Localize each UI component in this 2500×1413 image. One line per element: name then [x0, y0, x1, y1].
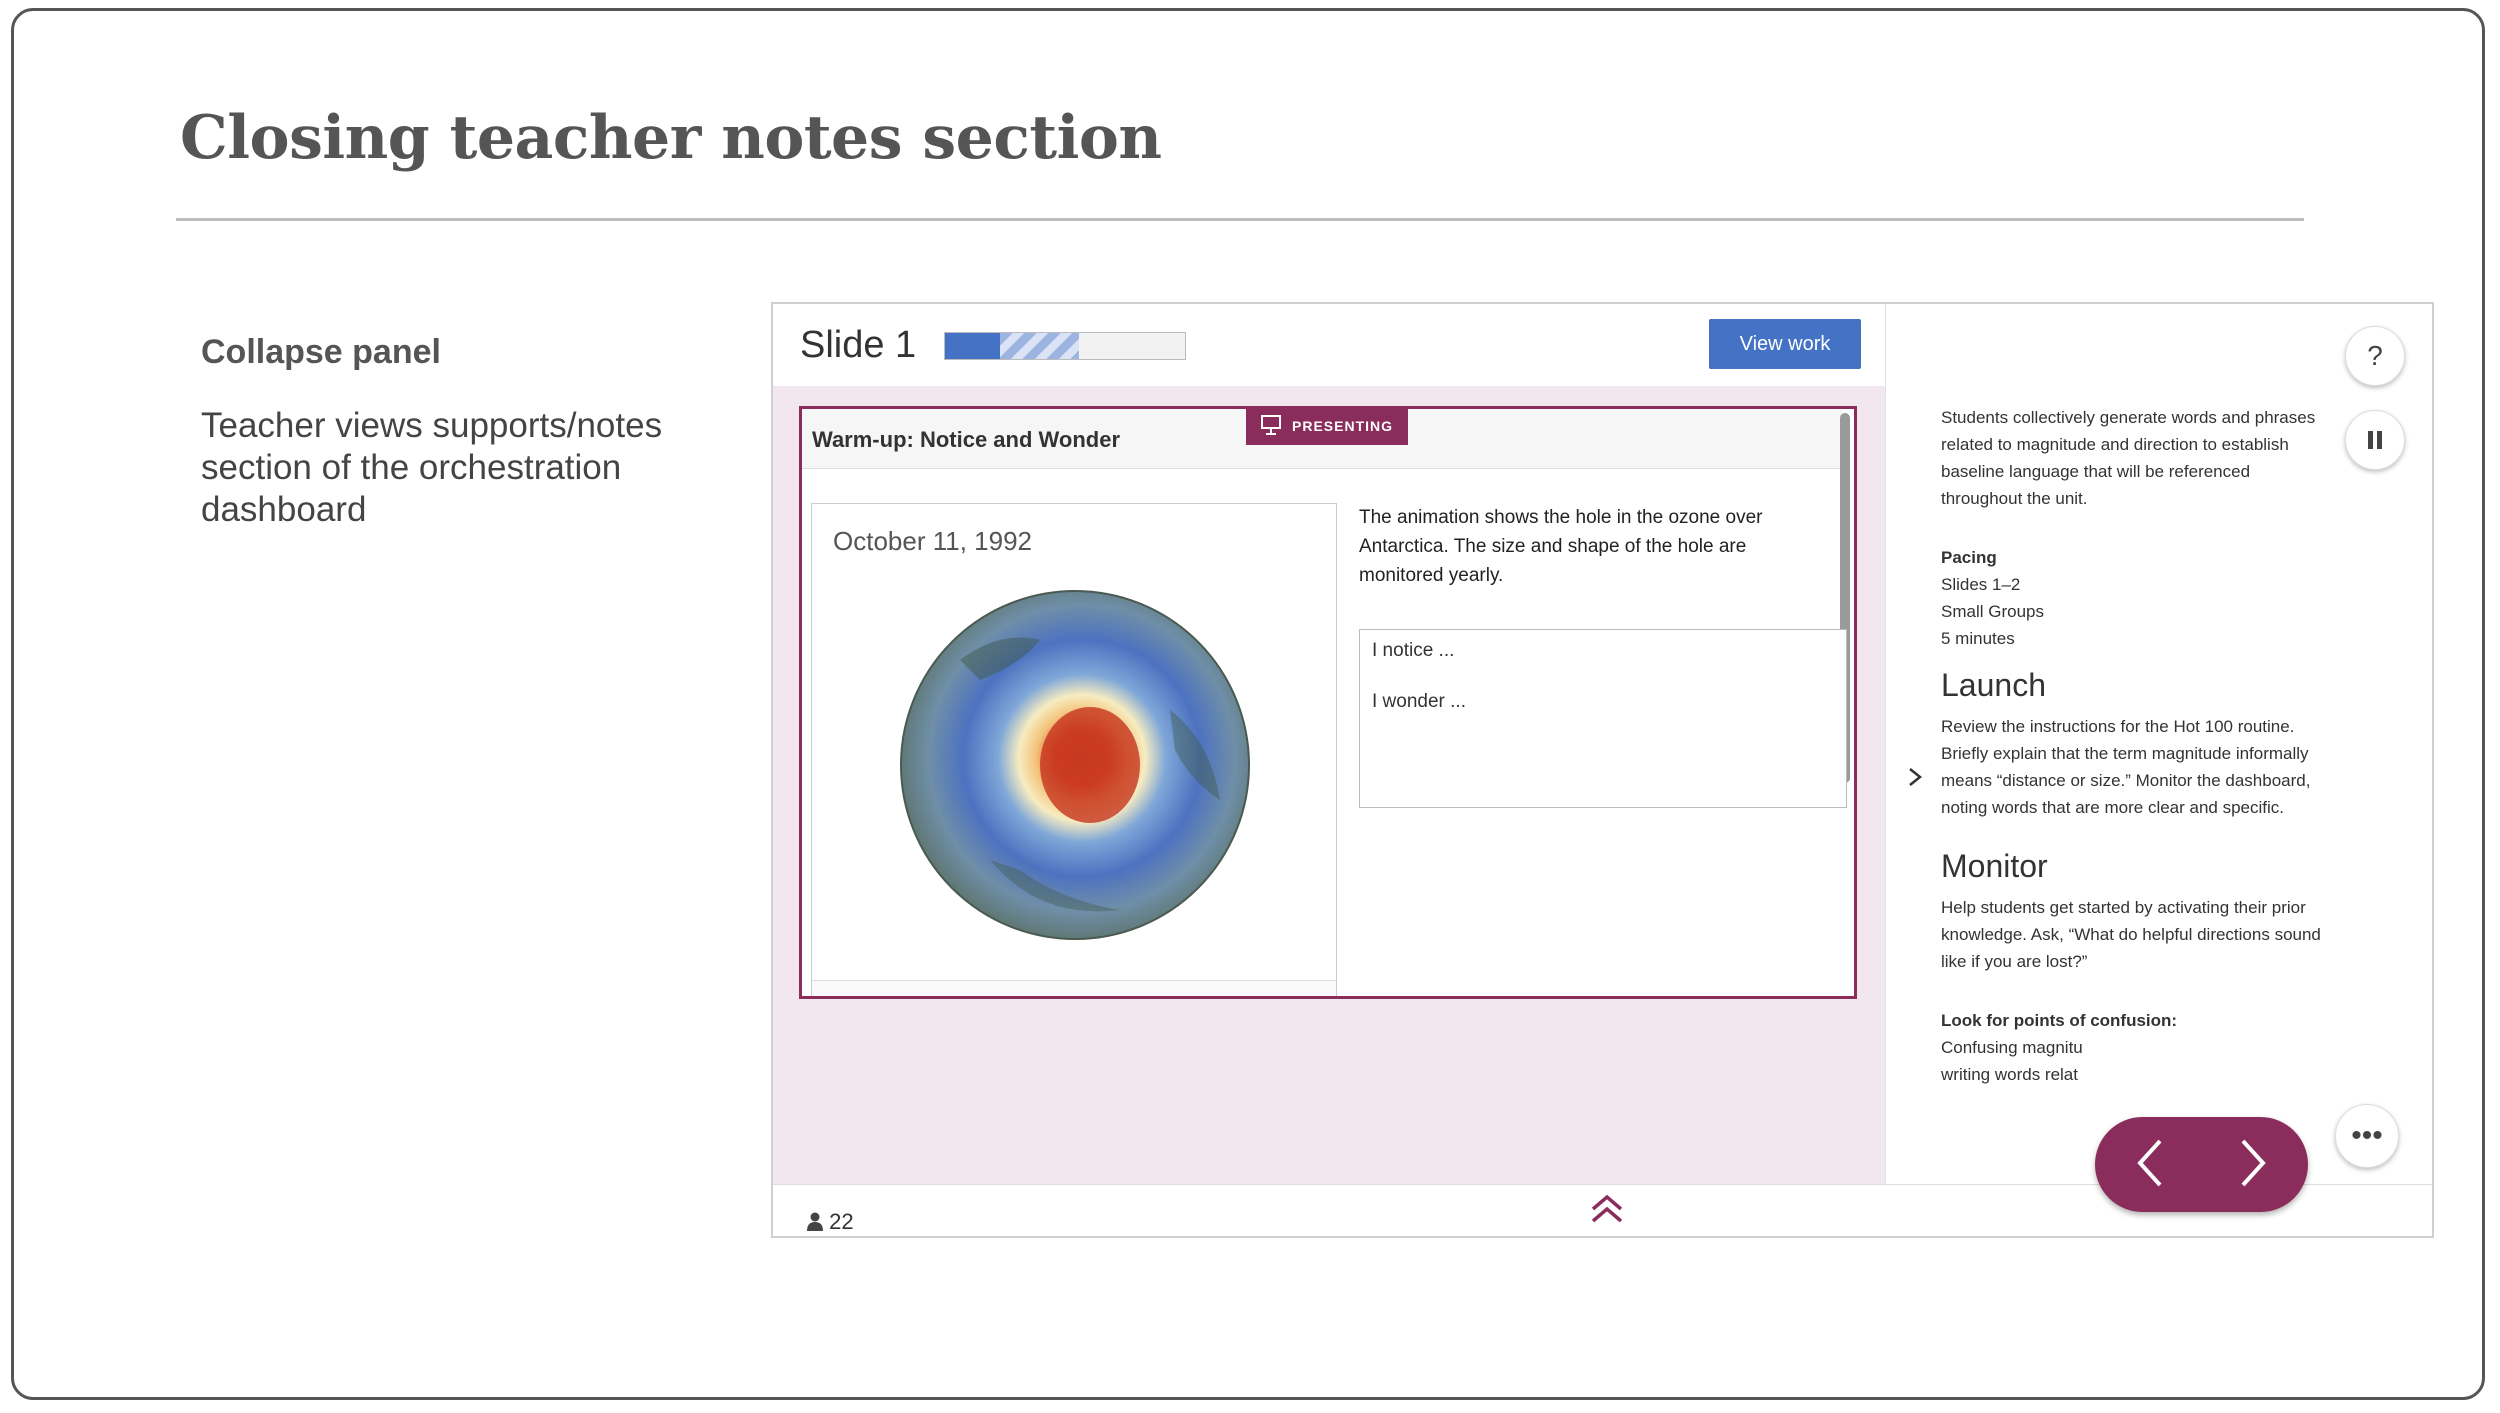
view-work-button[interactable]: View work [1709, 319, 1861, 369]
dashboard-screenshot: Slide 1 View work Warm-up: Notice and Wo… [771, 302, 2434, 1238]
wonder-line: I wonder ... [1372, 691, 1466, 712]
notes-intro: Students collectively generate words and… [1941, 408, 2316, 508]
slide-label: Slide 1 [800, 324, 917, 366]
next-slide-button[interactable] [2203, 1117, 2303, 1212]
pacing-line: Slides 1–2 [1941, 575, 2021, 594]
notice-line: I notice ... [1372, 640, 1455, 661]
launch-text: Review the instructions for the Hot 100 … [1941, 717, 2311, 817]
slide-frame: Closing teacher notes section Collapse p… [11, 8, 2485, 1400]
chevron-left-icon [2137, 1139, 2162, 1187]
page-title: Closing teacher notes section [180, 103, 1162, 173]
title-divider [176, 218, 2304, 221]
chevron-right-icon[interactable] [1902, 759, 1928, 795]
presenting-label: PRESENTING [1292, 418, 1394, 434]
activity-card: Warm-up: Notice and Wonder PRESENTING Oc… [799, 406, 1857, 999]
notes-content: Students collectively generate words and… [1941, 404, 2331, 1088]
card-title: Warm-up: Notice and Wonder [812, 427, 1120, 452]
student-response-box[interactable]: I notice ... I wonder ... [1359, 629, 1847, 808]
pacing-line: 5 minutes [1941, 629, 2015, 648]
progress-complete [945, 333, 1001, 359]
more-horizontal-icon: ••• [2351, 1119, 2383, 1152]
look-for-line: writing words relat [1941, 1065, 2078, 1084]
monitor-text: Help students get started by activating … [1941, 898, 2321, 971]
pause-button[interactable] [2345, 410, 2405, 470]
section-heading: Collapse panel [201, 333, 441, 371]
ozone-globe-image [900, 590, 1250, 940]
student-count-value: 22 [829, 1209, 854, 1234]
pause-icon [2368, 431, 2382, 449]
ozone-map-panel: October 11, 1992 [811, 503, 1337, 996]
progress-in-progress [1000, 333, 1080, 359]
student-count: 22 [807, 1209, 854, 1235]
look-for-line: Confusing magnitu [1941, 1038, 2083, 1057]
look-for-label: Look for points of confusion: [1941, 1011, 2178, 1030]
dashboard-header: Slide 1 View work [773, 304, 1885, 386]
monitor-heading: Monitor [1941, 848, 2048, 884]
slide-stage: Warm-up: Notice and Wonder PRESENTING Oc… [773, 386, 1885, 1236]
pacing-label: Pacing [1941, 548, 1997, 567]
chevron-double-up-icon[interactable] [1587, 1191, 1627, 1227]
prompt-text: The animation shows the hole in the ozon… [1359, 507, 1763, 586]
section-description: Teacher views supports/notes section of … [201, 406, 663, 529]
presenting-badge: PRESENTING [1246, 409, 1408, 445]
map-date: October 11, 1992 [833, 526, 1032, 556]
chevron-right-icon [2241, 1139, 2266, 1187]
slide-navigation [2095, 1117, 2308, 1212]
animation-controls[interactable] [812, 980, 1336, 996]
previous-slide-button[interactable] [2100, 1117, 2200, 1212]
launch-heading: Launch [1941, 667, 2046, 703]
person-icon [807, 1212, 823, 1231]
slide-progress-bar [944, 332, 1186, 360]
presentation-icon [1261, 415, 1281, 435]
more-options-button[interactable]: ••• [2335, 1104, 2399, 1168]
question-icon: ? [2367, 340, 2383, 371]
help-button[interactable]: ? [2345, 326, 2405, 386]
pacing-line: Small Groups [1941, 602, 2044, 621]
